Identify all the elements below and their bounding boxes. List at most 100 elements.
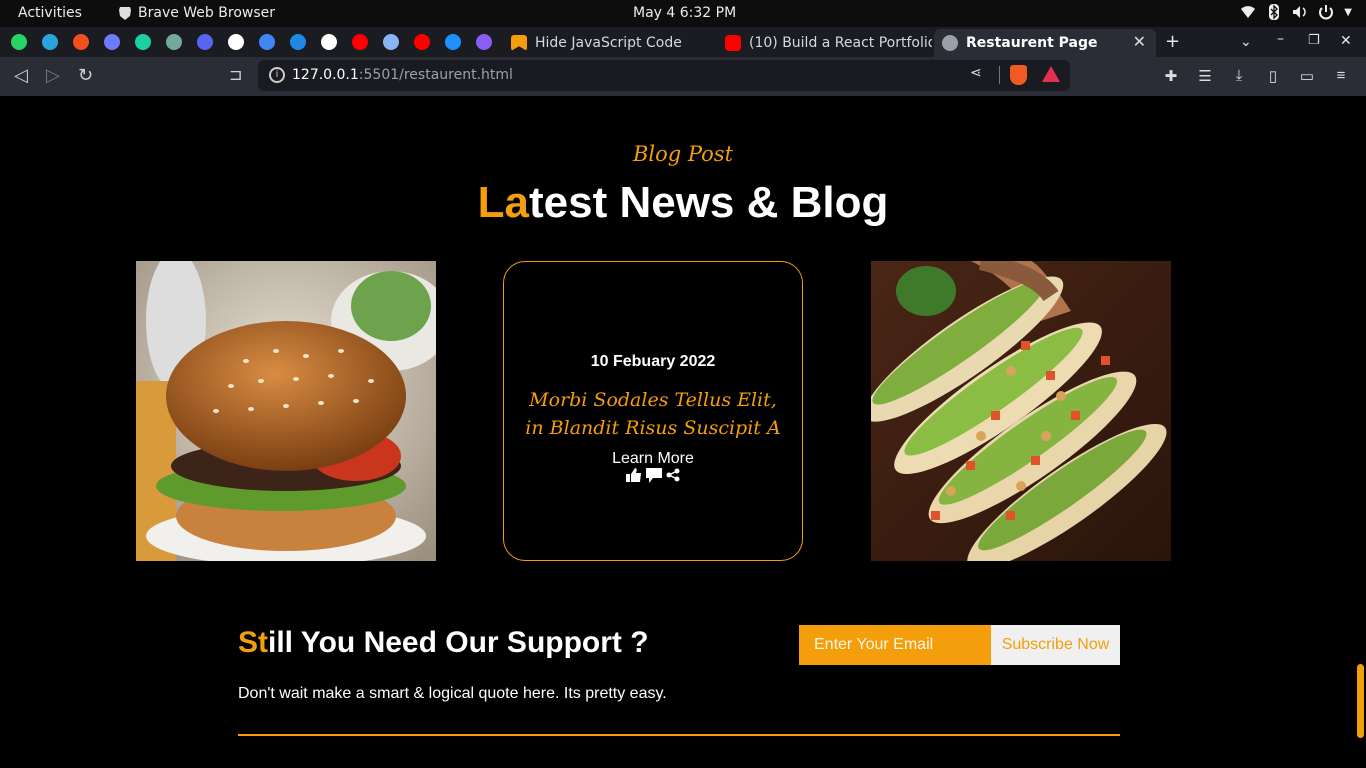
tacos-image bbox=[871, 261, 1171, 561]
blog-card: 10 Febuary 2022 Morbi Sodales Tellus Eli… bbox=[503, 261, 803, 561]
app-icon bbox=[445, 34, 461, 50]
pinned-tab[interactable] bbox=[8, 31, 30, 53]
menu-icon[interactable]: ≡ bbox=[1332, 67, 1350, 85]
system-top-bar: Activities Brave Web Browser May 4 6:32 … bbox=[0, 0, 1366, 27]
pinned-tab[interactable] bbox=[132, 31, 154, 53]
wifi-icon bbox=[1241, 6, 1256, 18]
tab-list-chevron-icon[interactable]: ⌄ bbox=[1240, 34, 1252, 50]
browser-toolbar: ◁ ▷ ↻ ⊐ i 127.0.0.1:5501/restaurent.html… bbox=[0, 57, 1366, 96]
app-icon bbox=[321, 34, 337, 50]
title-accent: La bbox=[477, 178, 529, 227]
blog-actions bbox=[504, 468, 802, 483]
youtube-icon bbox=[725, 35, 741, 51]
app-icon bbox=[104, 34, 120, 50]
pinned-tab[interactable] bbox=[256, 31, 278, 53]
system-tray[interactable]: ▼ bbox=[1240, 4, 1352, 20]
section-eyebrow: Blog Post bbox=[632, 142, 734, 166]
tab-label: Hide JavaScript Code bbox=[535, 35, 682, 51]
brave-logo-icon bbox=[119, 6, 131, 20]
bluetooth-icon bbox=[1269, 4, 1280, 20]
forward-button[interactable]: ▷ bbox=[46, 65, 60, 86]
docs-icon bbox=[259, 34, 275, 50]
blog-date: 10 Febuary 2022 bbox=[590, 353, 716, 370]
pinned-tab[interactable] bbox=[473, 31, 495, 53]
close-tab-icon[interactable]: ✕ bbox=[1133, 32, 1146, 51]
page-title: Latest News & Blog bbox=[0, 178, 1366, 228]
maximize-button[interactable]: ❐ bbox=[1308, 33, 1320, 48]
new-tab-button[interactable]: + bbox=[1165, 31, 1180, 52]
blog-title: Morbi Sodales Tellus Elit, in Blandit Ri… bbox=[525, 389, 781, 439]
download-icon[interactable]: ⤓ bbox=[1230, 67, 1248, 85]
url-text[interactable]: 127.0.0.1:5501/restaurent.html bbox=[292, 67, 513, 83]
app-menu[interactable]: Brave Web Browser bbox=[118, 5, 275, 21]
scrollbar[interactable] bbox=[1357, 664, 1364, 738]
send-icon bbox=[383, 34, 399, 50]
bookmark-icon bbox=[511, 35, 527, 51]
power-icon bbox=[1319, 5, 1334, 20]
support-title-rest: ill You Need Our Support ? bbox=[268, 626, 649, 659]
share-icon[interactable]: ⋖ bbox=[970, 65, 982, 81]
extensions-icon[interactable]: ✚ bbox=[1162, 67, 1180, 85]
playlist-icon[interactable]: ☰ bbox=[1196, 67, 1214, 85]
pinned-tab[interactable] bbox=[225, 31, 247, 53]
sidebar-icon[interactable]: ▯ bbox=[1264, 67, 1282, 85]
app-icon bbox=[197, 34, 213, 50]
pinned-tab[interactable] bbox=[349, 31, 371, 53]
pinned-tab[interactable] bbox=[163, 31, 185, 53]
learn-more-link[interactable]: Learn More bbox=[504, 450, 802, 468]
tab-label: (10) Build a React Portfolio bbox=[749, 35, 932, 51]
brave-rewards-icon[interactable] bbox=[1042, 66, 1060, 82]
bookmark-icon[interactable]: ⊐ bbox=[229, 65, 242, 84]
globe-icon bbox=[942, 35, 958, 51]
chevron-down-icon: ▼ bbox=[1344, 6, 1352, 18]
pinned-tab[interactable] bbox=[101, 31, 123, 53]
tab-react-portfolio[interactable]: (10) Build a React Portfolio bbox=[717, 29, 932, 57]
pinned-tab[interactable] bbox=[39, 31, 61, 53]
youtube-icon bbox=[352, 34, 368, 50]
brave-shields-icon[interactable] bbox=[1010, 65, 1027, 85]
share-icon[interactable] bbox=[666, 468, 680, 482]
pinned-tab[interactable] bbox=[442, 31, 464, 53]
tab-label: Restaurent Page bbox=[966, 35, 1098, 51]
pinned-tab[interactable] bbox=[287, 31, 309, 53]
app-icon bbox=[476, 34, 492, 50]
divider bbox=[999, 66, 1000, 84]
telegram-icon bbox=[42, 34, 58, 50]
support-title-accent: St bbox=[238, 626, 268, 659]
youtube-icon bbox=[414, 34, 430, 50]
openai-icon bbox=[166, 34, 182, 50]
app-icon bbox=[228, 34, 244, 50]
back-button[interactable]: ◁ bbox=[14, 65, 28, 86]
app-icon bbox=[135, 34, 151, 50]
tab-hide-javascript-code[interactable]: Hide JavaScript Code bbox=[503, 29, 715, 57]
tab-strip: Hide JavaScript Code (10) Build a React … bbox=[0, 27, 1366, 57]
support-subtitle: Don't wait make a smart & logical quote … bbox=[238, 685, 667, 702]
app-name: Brave Web Browser bbox=[138, 5, 275, 21]
pinned-tab[interactable] bbox=[411, 31, 433, 53]
pinned-tab[interactable] bbox=[318, 31, 340, 53]
thumbs-up-icon[interactable] bbox=[626, 468, 642, 482]
whatsapp-icon bbox=[11, 34, 27, 50]
volume-icon bbox=[1293, 6, 1306, 18]
address-bar[interactable]: i 127.0.0.1:5501/restaurent.html ⋖ bbox=[258, 60, 1070, 91]
pinned-tab[interactable] bbox=[70, 31, 92, 53]
pinned-tab[interactable] bbox=[194, 31, 216, 53]
site-info-icon[interactable]: i bbox=[269, 67, 285, 83]
url-host: 127.0.0.1 bbox=[292, 67, 359, 83]
email-field[interactable] bbox=[799, 625, 991, 665]
close-window-button[interactable]: ✕ bbox=[1340, 33, 1352, 49]
activities-button[interactable]: Activities bbox=[18, 5, 82, 21]
minimize-button[interactable]: – bbox=[1277, 31, 1284, 47]
wallet-icon[interactable]: ▭ bbox=[1298, 67, 1316, 85]
pinned-tabs bbox=[8, 31, 495, 53]
subscribe-button[interactable]: Subscribe Now bbox=[991, 625, 1120, 665]
clock[interactable]: May 4 6:32 PM bbox=[633, 5, 736, 21]
toolbar-actions: ✚ ☰ ⤓ ▯ ▭ ≡ bbox=[1162, 67, 1350, 85]
support-title: Still You Need Our Support ? bbox=[238, 626, 649, 660]
reload-button[interactable]: ↻ bbox=[78, 65, 93, 86]
divider bbox=[238, 734, 1120, 736]
tab-restaurent-page[interactable]: Restaurent Page ✕ bbox=[934, 29, 1156, 57]
pinned-tab[interactable] bbox=[380, 31, 402, 53]
comment-icon[interactable] bbox=[646, 468, 662, 483]
url-path: :5501/restaurent.html bbox=[358, 67, 513, 83]
